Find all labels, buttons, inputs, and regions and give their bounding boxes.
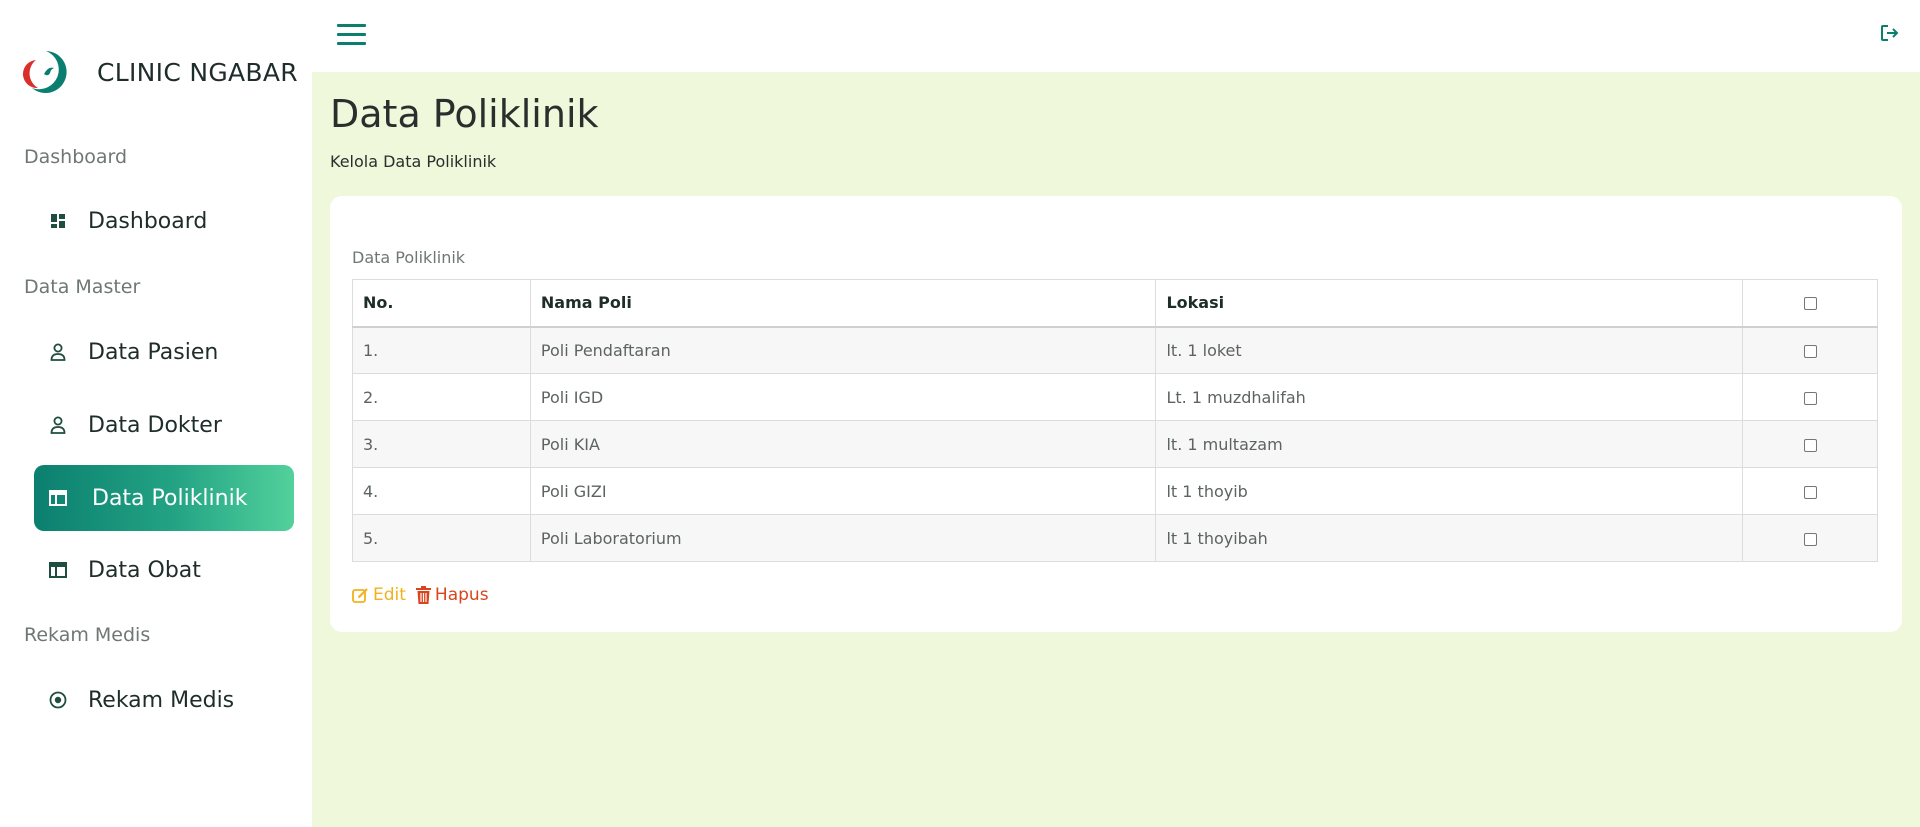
cell-lokasi: lt 1 thoyibah xyxy=(1155,514,1744,562)
sidebar-item-data-dokter[interactable]: Data Dokter xyxy=(34,392,294,458)
page-title: Data Poliklinik xyxy=(330,92,599,136)
table-icon xyxy=(48,560,68,580)
sidebar-item-label: Rekam Medis xyxy=(88,687,235,713)
cell-no: 4. xyxy=(352,467,531,515)
edit-button[interactable]: Edit xyxy=(352,585,406,605)
main-content: Data Poliklinik Kelola Data Poliklinik D… xyxy=(312,72,1920,827)
sidebar-item-label: Dashboard xyxy=(88,208,208,234)
row-checkbox[interactable] xyxy=(1803,438,1817,452)
cell-lokasi: Lt. 1 muzdhalifah xyxy=(1155,373,1744,421)
sidebar-item-label: Data Obat xyxy=(88,557,201,583)
table-header-row: No. Nama Poli Lokasi xyxy=(352,279,1878,328)
table-row: 4. Poli GIZI lt 1 thoyib xyxy=(352,467,1878,515)
cell-no: 5. xyxy=(352,514,531,562)
cell-nama-poli: Poli IGD xyxy=(529,373,1157,421)
row-checkbox[interactable] xyxy=(1803,485,1817,499)
cell-lokasi: lt. 1 multazam xyxy=(1155,420,1744,468)
sidebar-item-label: Data Dokter xyxy=(88,412,222,438)
cell-select xyxy=(1742,514,1878,562)
hapus-button[interactable]: Hapus xyxy=(415,585,489,605)
topbar xyxy=(312,0,1920,72)
column-header-nama-poli: Nama Poli xyxy=(529,279,1157,328)
dashboard-grid-icon xyxy=(48,211,68,231)
column-header-select xyxy=(1742,279,1878,328)
cell-select xyxy=(1742,373,1878,421)
sidebar-item-dashboard[interactable]: Dashboard xyxy=(34,188,294,254)
cell-lokasi: lt 1 thoyib xyxy=(1155,467,1744,515)
brand[interactable]: CLINIC NGABAR xyxy=(22,44,298,100)
section-label-data-master: Data Master xyxy=(24,276,141,298)
section-label-rekam-medis: Rekam Medis xyxy=(24,624,151,646)
logout-icon[interactable] xyxy=(1880,24,1904,48)
sidebar-item-data-poliklinik[interactable]: Data Poliklinik xyxy=(34,465,294,531)
table-actions: Edit Hapus xyxy=(352,585,489,605)
cell-no: 3. xyxy=(352,420,531,468)
table-icon xyxy=(48,488,68,508)
column-header-lokasi: Lokasi xyxy=(1155,279,1744,328)
table-row: 2. Poli IGD Lt. 1 muzdhalifah xyxy=(352,373,1878,421)
hamburger-icon[interactable] xyxy=(337,22,367,48)
cell-select xyxy=(1742,467,1878,515)
poliklinik-table: No. Nama Poli Lokasi 1. Poli Pendaftaran… xyxy=(352,279,1878,562)
table-row: 3. Poli KIA lt. 1 multazam xyxy=(352,420,1878,468)
cell-select xyxy=(1742,420,1878,468)
section-label-dashboard: Dashboard xyxy=(24,146,128,168)
cell-no: 2. xyxy=(352,373,531,421)
edit-icon xyxy=(352,587,368,603)
cell-no: 1. xyxy=(352,326,531,374)
user-icon xyxy=(48,415,68,435)
edit-label: Edit xyxy=(373,585,406,605)
sidebar: CLINIC NGABAR Dashboard Dashboard Data M… xyxy=(0,0,312,827)
hapus-label: Hapus xyxy=(434,585,489,605)
cell-nama-poli: Poli Laboratorium xyxy=(529,514,1157,562)
clinic-logo-icon xyxy=(22,50,68,94)
table-row: 1. Poli Pendaftaran lt. 1 loket xyxy=(352,326,1878,374)
user-icon xyxy=(48,342,68,362)
table-row: 5. Poli Laboratorium lt 1 thoyibah xyxy=(352,514,1878,562)
radio-circle-icon xyxy=(48,690,68,710)
cell-nama-poli: Poli GIZI xyxy=(529,467,1157,515)
poliklinik-card: Data Poliklinik No. Nama Poli Lokasi 1. … xyxy=(330,196,1902,632)
row-checkbox[interactable] xyxy=(1803,344,1817,358)
table-caption: Data Poliklinik xyxy=(352,248,466,267)
sidebar-item-data-pasien[interactable]: Data Pasien xyxy=(34,319,294,385)
cell-lokasi: lt. 1 loket xyxy=(1155,326,1744,374)
sidebar-item-rekam-medis[interactable]: Rekam Medis xyxy=(34,667,294,733)
page-subtitle: Kelola Data Poliklinik xyxy=(330,152,497,171)
trash-icon xyxy=(415,586,431,604)
cell-select xyxy=(1742,326,1878,374)
cell-nama-poli: Poli KIA xyxy=(529,420,1157,468)
column-header-no: No. xyxy=(352,279,531,328)
sidebar-item-label: Data Poliklinik xyxy=(92,485,248,511)
sidebar-item-data-obat[interactable]: Data Obat xyxy=(34,537,294,603)
row-checkbox[interactable] xyxy=(1803,532,1817,546)
sidebar-item-label: Data Pasien xyxy=(88,339,219,365)
cell-nama-poli: Poli Pendaftaran xyxy=(529,326,1157,374)
row-checkbox[interactable] xyxy=(1803,391,1817,405)
select-all-checkbox[interactable] xyxy=(1803,297,1817,311)
brand-name: CLINIC NGABAR xyxy=(97,57,298,87)
